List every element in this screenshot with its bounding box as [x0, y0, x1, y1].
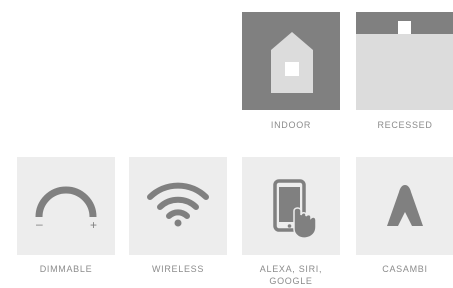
dimmable-tile: – + [17, 157, 115, 255]
voice-assistant-label: ALEXA, SIRI, GOOGLE [242, 263, 340, 287]
casambi-tile [356, 157, 453, 255]
voice-assistant-tile [242, 157, 340, 255]
wireless-tile [129, 157, 227, 255]
voice-assistant-label-line2: GOOGLE [269, 276, 313, 286]
recessed-label: RECESSED [377, 120, 433, 130]
indoor-label: INDOOR [270, 120, 312, 130]
voice-assistant-label-line1: ALEXA, SIRI, [259, 264, 323, 274]
recessed-icon [356, 21, 453, 110]
dimmer-minus: – [36, 217, 43, 231]
dimmer-plus: + [90, 218, 97, 232]
house-icon [271, 32, 313, 93]
wireless-label: WIRELESS [151, 264, 205, 274]
indoor-tile [242, 12, 340, 110]
casambi-icon [387, 185, 423, 226]
casambi-label: CASAMBI [382, 264, 428, 274]
wifi-icon [147, 182, 209, 227]
recessed-tile [356, 12, 453, 110]
dimmable-label: DIMMABLE [39, 264, 93, 274]
dimmer-icon: – + [35, 186, 97, 232]
smartphone-icon [273, 179, 317, 239]
